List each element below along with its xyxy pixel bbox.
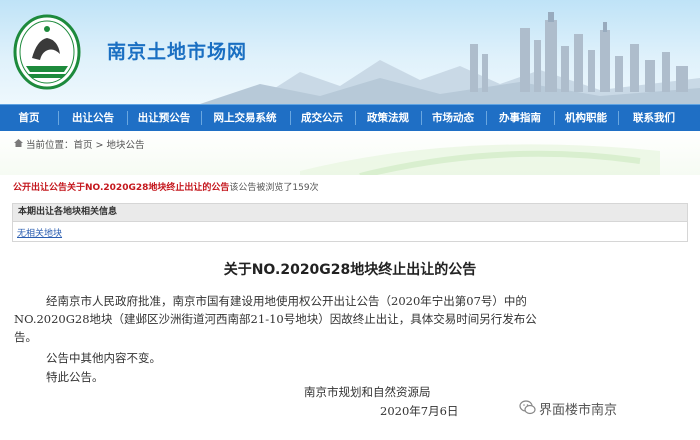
nav-online-trading[interactable]: 网上交易系统 [205, 105, 285, 131]
signer: 南京市规划和自然资源局 [304, 385, 431, 399]
breadcrumb-home[interactable]: 首页 [74, 140, 93, 151]
announcement-para3: 特此公告。 [46, 370, 104, 384]
breadcrumb-prefix: 当前位置： [26, 140, 74, 151]
site-title: 南京土地市场网 [107, 41, 248, 63]
breadcrumb: 当前位置：首页 > 地块公告 [26, 137, 145, 151]
watermark-text: 界面楼市南京 [539, 403, 618, 418]
nav-pre-notice[interactable]: 出让预公告 [131, 105, 197, 131]
announcement-para1-line2: NO.2020G28地块（建邺区沙洲街道河西南部21-10号地块）因故终止出让，… [14, 312, 537, 326]
view-count: 该公告被浏览了159次 [229, 183, 319, 193]
header-banner: 南京土地市场网 [0, 0, 700, 104]
breadcrumb-area: 当前位置：首页 > 地块公告 [0, 131, 700, 175]
breadcrumb-current[interactable]: 地块公告 [107, 140, 145, 151]
site-logo [13, 14, 81, 90]
wechat-icon [519, 400, 536, 415]
announcement-title: 关于NO.2020G28地块终止出让的公告 [223, 262, 477, 278]
main-nav: 首页 出让公告 出让预公告 网上交易系统 成交公示 政策法规 市场动态 办事指南… [0, 104, 700, 131]
nav-transfer-notice[interactable]: 出让公告 [64, 105, 122, 131]
announcement-para2: 公告中其他内容不变。 [46, 351, 161, 365]
announcement-para1-line3: 告。 [14, 330, 37, 344]
announcement-date: 2020年7月6日 [380, 404, 459, 418]
no-parcel-link[interactable]: 无相关地块 [17, 226, 62, 239]
nav-home[interactable]: 首页 [8, 105, 50, 131]
announcement-para1-line1: 经南京市人民政府批准，南京市国有建设用地使用权公开出让公告（2020年宁出第07… [46, 294, 527, 308]
info-heading: 本期出让各地块相关信息 [12, 203, 688, 222]
nav-market-news[interactable]: 市场动态 [425, 105, 481, 131]
breadcrumb-separator: > [92, 140, 107, 151]
nav-guide[interactable]: 办事指南 [491, 105, 549, 131]
decorative-swoosh [300, 144, 660, 175]
notice-line: 公开出让公告关于NO.2020G28地块终止出让的公告该公告被浏览了159次 [13, 180, 319, 193]
nav-deal-publicity[interactable]: 成交公示 [294, 105, 350, 131]
info-body: 无相关地块 [12, 222, 688, 242]
home-icon [14, 139, 23, 147]
nav-contact[interactable]: 联系我们 [623, 105, 685, 131]
notice-title[interactable]: 公开出让公告关于NO.2020G28地块终止出让的公告 [13, 183, 229, 193]
nav-functions[interactable]: 机构职能 [558, 105, 614, 131]
nav-policies[interactable]: 政策法规 [360, 105, 416, 131]
skyline-illustration [200, 12, 700, 104]
